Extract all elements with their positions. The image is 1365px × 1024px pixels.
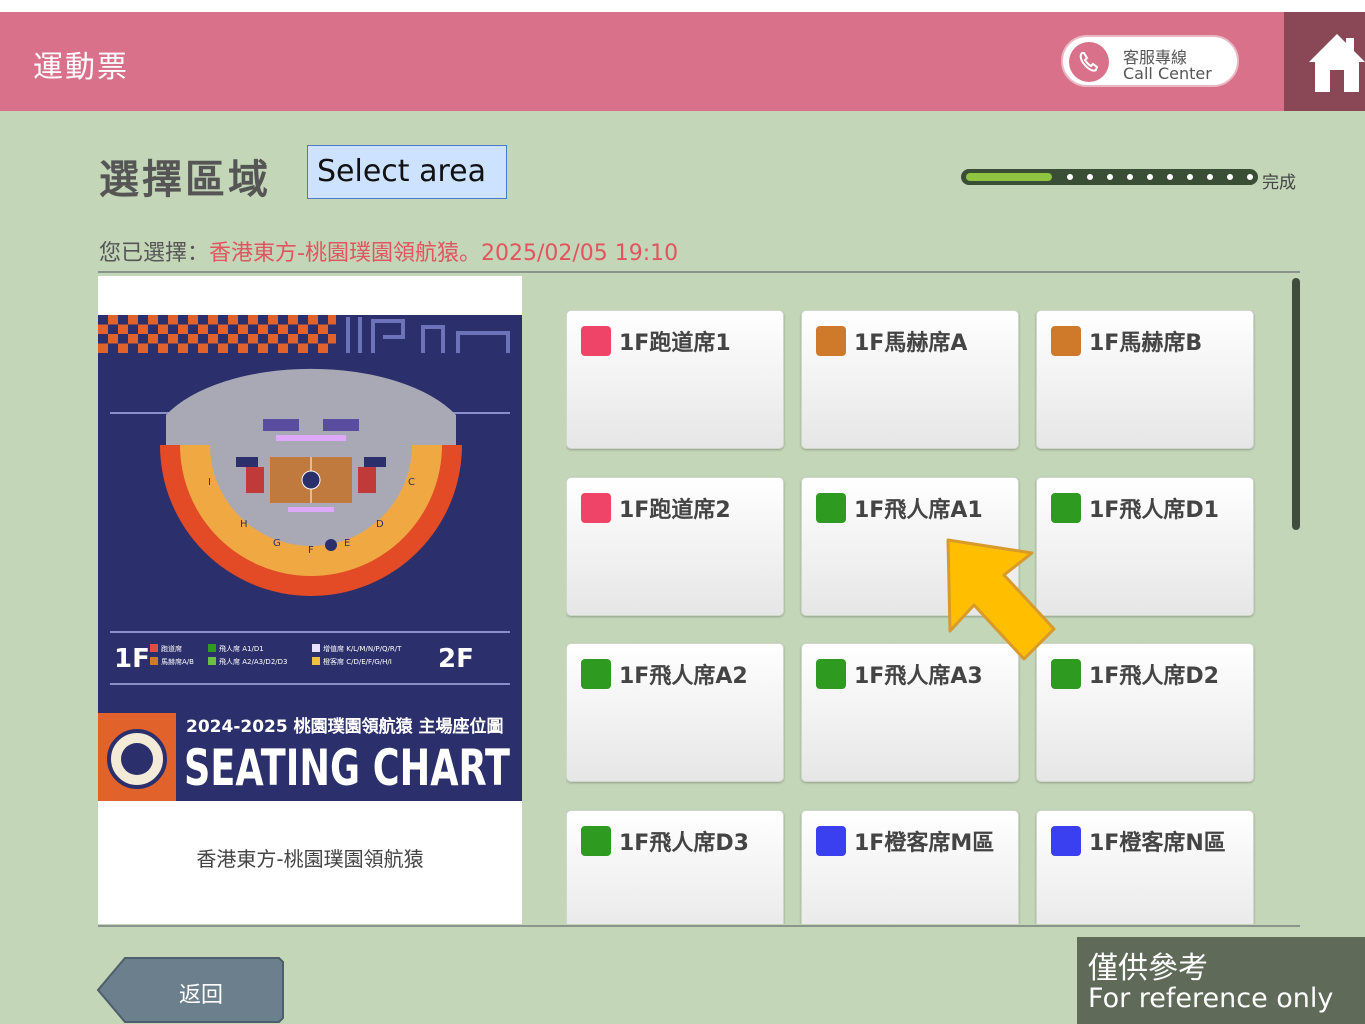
area-tile[interactable]: 1F跑道席2 <box>566 477 784 616</box>
area-color-swatch <box>1051 826 1081 856</box>
progress-step-dot <box>1247 174 1253 180</box>
area-color-swatch <box>581 326 611 356</box>
area-label: 1F飛人席A2 <box>619 664 748 689</box>
area-tile[interactable]: 1F馬赫席B <box>1036 310 1254 449</box>
checker-pattern <box>98 315 338 353</box>
top-strip <box>0 0 1365 12</box>
back-label: 返回 <box>179 983 224 1008</box>
progress-bar <box>961 169 1258 185</box>
section-label: C <box>408 477 415 488</box>
legend-entry: 飛人席 A1/D1 <box>219 644 264 653</box>
home-button[interactable] <box>1284 12 1365 111</box>
area-color-swatch <box>581 493 611 523</box>
seating-chart-poster: I H G F E D C 1F 2F 跑道席 飛人席 A1/D1 增值席 K/… <box>98 315 522 801</box>
phone-icon <box>1069 42 1109 82</box>
selected-prefix: 您已選擇： <box>99 241 210 266</box>
area-color-swatch <box>1051 493 1081 523</box>
progress-step-dot <box>1207 174 1213 180</box>
floor-1f-label: 1F <box>114 644 150 674</box>
area-label: 1F飛人席D1 <box>1089 498 1219 523</box>
area-color-swatch <box>581 659 611 689</box>
area-label: 1F飛人席D2 <box>1089 664 1219 689</box>
selected-summary: 您已選擇：香港東方-桃園璞園領航猿。2025/02/05 19:10 <box>99 235 678 267</box>
area-tile[interactable]: 1F馬赫席A <box>801 310 1019 449</box>
area-color-swatch <box>816 826 846 856</box>
reference-label-zh: 僅供參考 <box>1088 951 1208 986</box>
area-label: 1F橙客席M區 <box>854 831 995 856</box>
area-color-swatch <box>816 493 846 523</box>
legend-entry: 橙客席 C/D/E/F/G/H/I <box>323 657 392 666</box>
area-color-swatch <box>581 826 611 856</box>
area-color-swatch <box>1051 326 1081 356</box>
section-label: F <box>308 545 314 556</box>
back-button[interactable]: 返回 <box>97 957 284 1023</box>
area-color-swatch <box>816 659 846 689</box>
header-bar: 運動票 客服專線 Call Center <box>0 12 1365 111</box>
home-icon <box>1309 34 1365 92</box>
progress-step-dot <box>1187 174 1193 180</box>
area-tile[interactable]: 1F橙客席N區 <box>1036 810 1254 924</box>
arrow-pointer-icon <box>946 538 1056 661</box>
floor-2f-label: 2F <box>438 644 474 674</box>
app-title: 運動票 <box>33 50 129 85</box>
call-center-button[interactable]: 客服專線 Call Center <box>1061 35 1239 87</box>
section-block <box>263 419 299 431</box>
area-tile[interactable]: 1F飛人席D2 <box>1036 643 1254 782</box>
scrollbar[interactable] <box>1292 278 1300 530</box>
section-label: E <box>344 538 350 549</box>
event-panel: I H G F E D C 1F 2F 跑道席 飛人席 A1/D1 增值席 K/… <box>98 276 522 924</box>
area-tile[interactable]: 1F橙客席M區 <box>801 810 1019 924</box>
progress-label: 完成 <box>1262 173 1296 193</box>
event-caption: 香港東方-桃園璞園領航猿 <box>196 847 424 871</box>
progress-step-dot <box>1067 174 1073 180</box>
area-label: 1F跑道席2 <box>619 498 731 523</box>
section-label: G <box>273 538 281 549</box>
section-label: I <box>208 477 211 488</box>
page-title: 選擇區域 <box>99 157 271 203</box>
progress-step-dot <box>1147 174 1153 180</box>
area-label: 1F橙客席N區 <box>1089 831 1226 856</box>
page-title-en: Select area <box>307 145 507 199</box>
progress-step-dot <box>1227 174 1233 180</box>
section-label: D <box>376 519 384 530</box>
area-tile[interactable]: 1F飛人席D3 <box>566 810 784 924</box>
legend-entry: 跑道席 <box>161 644 182 653</box>
legend-entry: 飛人席 A2/A3/D2/D3 <box>219 657 287 666</box>
area-grid: 1F跑道席1 1F馬赫席A 1F馬赫席B 1F跑道席2 1F飛人席A1 1F飛人席D1 1F… <box>566 310 1266 924</box>
season-title: 2024-2025 桃園璞園領航猿 主場座位圖 <box>186 716 504 737</box>
area-tile[interactable]: 1F飛人席D1 <box>1036 477 1254 616</box>
progress-step-dot <box>1167 174 1173 180</box>
selected-value: 香港東方-桃園璞園領航猿。2025/02/05 19:10 <box>209 241 679 266</box>
progress-step-dot <box>1087 174 1093 180</box>
section-label: H <box>240 519 248 530</box>
reference-label-en: For reference only <box>1088 983 1334 1014</box>
area-label: 1F飛人席D3 <box>619 831 749 856</box>
area-label: 1F跑道席1 <box>619 331 731 356</box>
section-block <box>323 419 359 431</box>
legend-entry: 馬赫席A/B <box>161 657 194 666</box>
reference-watermark: 僅供參考 For reference only <box>1077 937 1365 1024</box>
divider-bottom <box>98 925 1300 927</box>
divider-top <box>98 271 1300 273</box>
area-label: 1F馬赫席B <box>1089 331 1203 356</box>
progress-fill <box>966 173 1052 181</box>
seating-chart-banner: SEATING CHART <box>184 739 510 797</box>
area-label: 1F馬赫席A <box>854 331 968 356</box>
area-tile[interactable]: 1F跑道席1 <box>566 310 784 449</box>
area-color-swatch <box>816 326 846 356</box>
progress-step-dot <box>1127 174 1133 180</box>
area-label: 1F飛人席A1 <box>854 498 983 523</box>
progress-step-dot <box>1107 174 1113 180</box>
legend-entry: 增值席 K/L/M/N/P/Q/R/T <box>323 644 402 653</box>
call-center-label-en: Call Center <box>1123 64 1212 83</box>
area-tile[interactable]: 1F飛人席A2 <box>566 643 784 782</box>
